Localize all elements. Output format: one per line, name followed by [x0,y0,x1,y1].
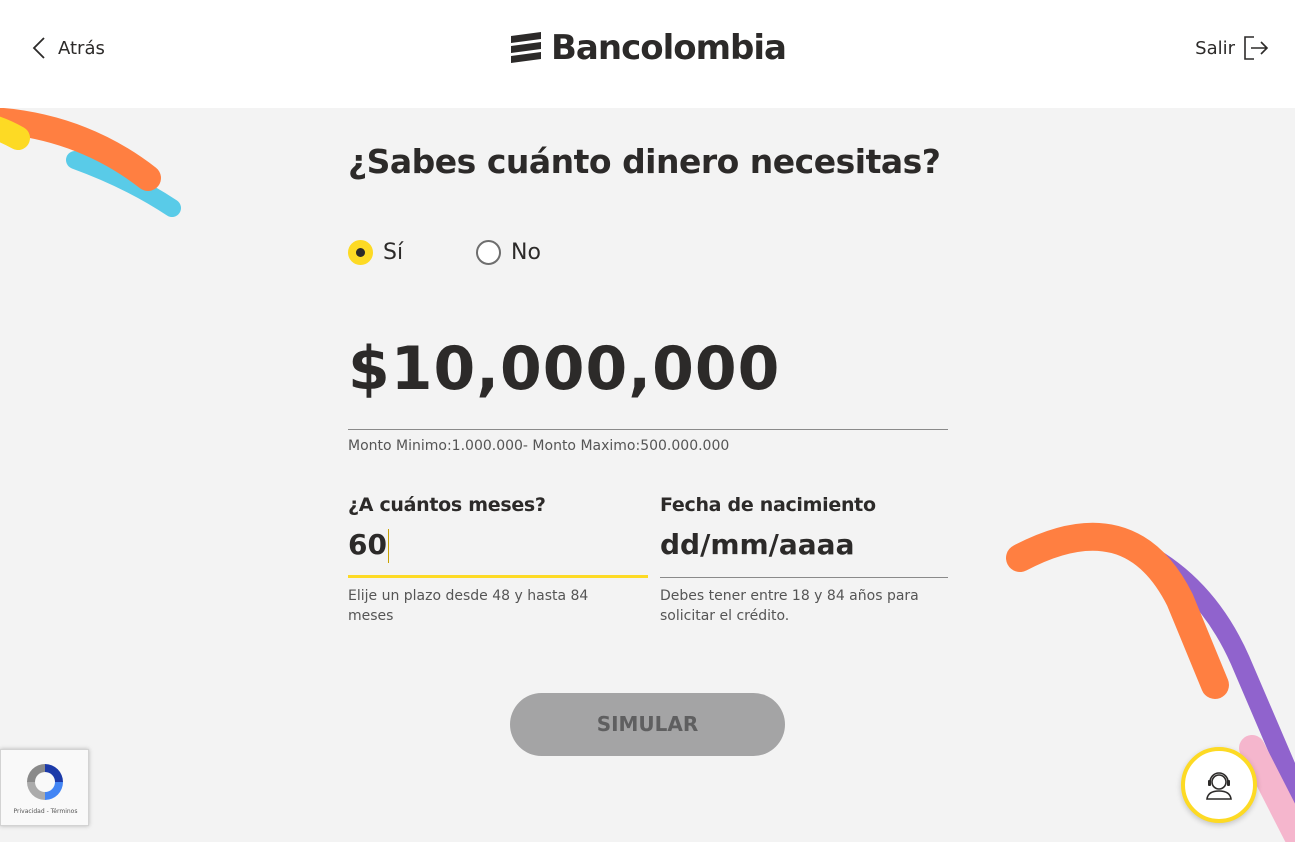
months-help: Elije un plazo desde 48 y hasta 84 meses [348,588,589,624]
birthdate-input[interactable]: dd/mm/aaaa [660,526,948,578]
page-title: ¿Sabes cuánto dinero necesitas? [348,142,941,181]
text-caret [387,529,389,563]
radio-no-indicator [476,240,501,265]
exit-button[interactable]: Salir [1195,34,1269,62]
recaptcha-icon [27,764,63,800]
months-value: 60 [348,528,387,561]
bancolombia-logo-icon [511,32,541,63]
birthdate-field: Fecha de nacimiento dd/mm/aaaa Debes ten… [660,494,948,626]
amount-hint: Monto Minimo:1.000.000- Monto Maximo:500… [348,438,730,454]
recaptcha-links[interactable]: Privacidad - Términos [1,808,90,815]
radio-no-label: No [511,240,541,265]
birthdate-label: Fecha de nacimiento [660,494,876,516]
logout-icon [1244,36,1269,60]
bancolombia-logo: Bancolombia [507,26,787,70]
back-label: Atrás [58,37,105,59]
loan-simulator-form: ¿Sabes cuánto dinero necesitas? Sí No $1… [348,108,948,842]
radio-yes-label: Sí [383,240,404,265]
birthdate-help: Debes tener entre 18 y 84 años para soli… [660,588,919,624]
radio-no[interactable]: No [476,240,541,265]
back-button[interactable]: Atrás [30,34,105,62]
amount-value: $10,000,000 [348,334,781,404]
amount-input[interactable]: $10,000,000 [348,334,948,430]
logo-text: Bancolombia [551,28,787,68]
birthdate-placeholder: dd/mm/aaaa [660,528,855,561]
simulate-button[interactable]: SIMULAR [510,693,785,756]
exit-label: Salir [1195,37,1235,59]
radio-yes[interactable]: Sí [348,240,403,265]
months-label: ¿A cuántos meses? [348,494,546,516]
header: Atrás Bancolombia Salir [0,0,1295,108]
radio-yes-indicator [348,240,373,265]
months-field: ¿A cuántos meses? 60 Elije un plazo desd… [348,494,648,626]
months-input[interactable]: 60 [348,526,648,578]
chevron-left-icon [32,37,45,59]
agent-headset-icon [1206,772,1232,800]
recaptcha-badge[interactable]: Privacidad - Términos [0,749,89,826]
help-chat-button[interactable] [1181,747,1257,823]
